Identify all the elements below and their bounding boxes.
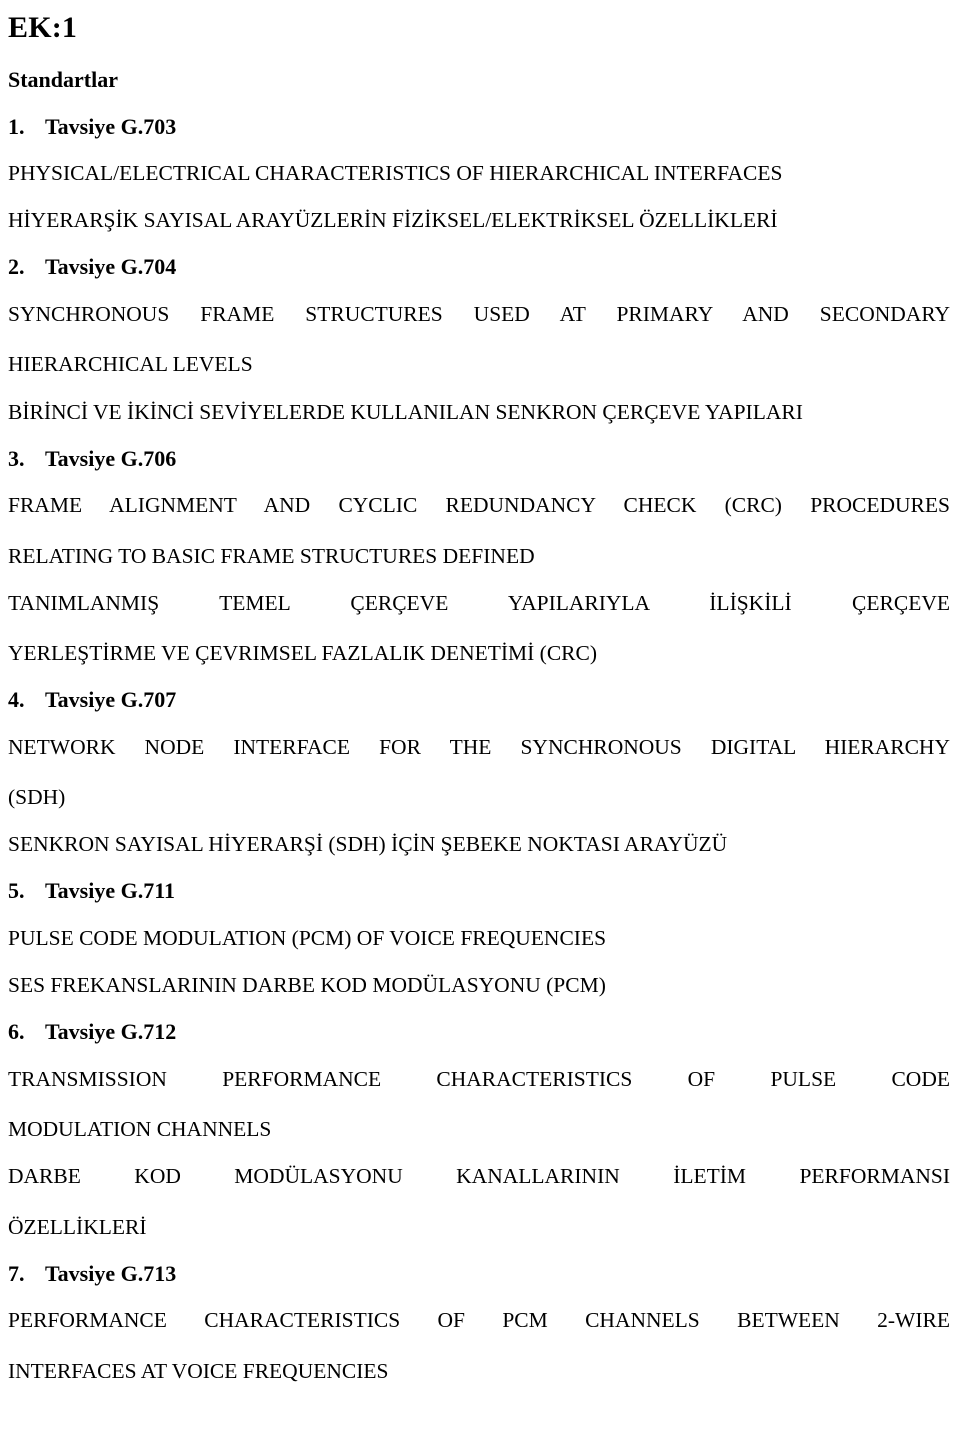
text-line: HIERARCHICAL LEVELS <box>8 352 253 377</box>
standard-entry: 4. Tavsiye G.707 NETWORK NODE INTERFACE F… <box>8 687 950 857</box>
standard-name: Tavsiye G.712 <box>45 1019 177 1045</box>
page-title: EK:1 <box>8 11 78 44</box>
text-line: (SDH) <box>8 785 66 810</box>
standard-number: 3. <box>8 445 25 471</box>
standard-number: 5. <box>8 878 25 904</box>
standard-heading: 2. Tavsiye G.704 <box>8 255 950 280</box>
standard-entry: 7. Tavsiye G.713 PERFORMANCE CHARACTERIST… <box>8 1260 950 1384</box>
text-line: TANIMLANMIŞ TEMEL ÇERÇEVE YAPILARIYLA İL… <box>8 590 950 615</box>
standard-heading: 5. Tavsiye G.711 <box>8 879 950 904</box>
text-line: DARBE KOD MODÜLASYONU KANALLARININ İLETİ… <box>8 1164 950 1189</box>
text-line: FRAME ALIGNMENT AND CYCLIC REDUNDANCY CH… <box>8 493 950 518</box>
standard-number: 6. <box>8 1019 25 1045</box>
text-line: SES FREKANSLARININ DARBE KOD MODÜLASYONU… <box>8 973 606 998</box>
standard-title-en: FRAME ALIGNMENT AND CYCLIC REDUNDANCY CH… <box>8 493 950 568</box>
text-line: PHYSICAL/ELECTRICAL CHARACTERISTICS OF H… <box>8 161 783 186</box>
standard-name: Tavsiye G.711 <box>45 878 175 904</box>
document-page: EK:1 Standartlar 1. Tavsiye G.703 PHYSICA… <box>0 0 960 1384</box>
standard-title-en: TRANSMISSION PERFORMANCE CHARACTERISTICS… <box>8 1067 950 1142</box>
standard-title-tr: BİRİNCİ VE İKİNCİ SEVİYELERDE KULLANILAN… <box>8 400 950 425</box>
standard-number: 7. <box>8 1260 25 1286</box>
text-line: RELATING TO BASIC FRAME STRUCTURES DEFIN… <box>8 543 535 568</box>
text-line: INTERFACES AT VOICE FREQUENCIES <box>8 1358 389 1383</box>
standard-title-tr: HİYERARŞİK SAYISAL ARAYÜZLERİN FİZİKSEL/… <box>8 208 950 233</box>
standard-title-en: PERFORMANCE CHARACTERISTICS OF PCM CHANN… <box>8 1308 950 1383</box>
standard-number: 2. <box>8 254 25 280</box>
standard-heading: 1. Tavsiye G.703 <box>8 113 950 140</box>
standard-entry: 5. Tavsiye G.711 PULSE CODE MODULATION (P… <box>8 879 950 998</box>
standard-title-en: NETWORK NODE INTERFACE FOR THE SYNCHRONO… <box>8 735 950 810</box>
standard-title-tr: SENKRON SAYISAL HİYERARŞİ (SDH) İÇİN ŞEB… <box>8 832 950 857</box>
standard-name: Tavsiye G.703 <box>45 113 177 139</box>
text-line: TRANSMISSION PERFORMANCE CHARACTERISTICS… <box>8 1066 950 1091</box>
standard-entry: 2. Tavsiye G.704 SYNCHRONOUS FRAME STRUCT… <box>8 255 950 424</box>
text-line: BİRİNCİ VE İKİNCİ SEVİYELERDE KULLANILAN… <box>8 399 803 424</box>
standard-title-en: PHYSICAL/ELECTRICAL CHARACTERISTICS OF H… <box>8 161 950 186</box>
standard-entry: 3. Tavsiye G.706 FRAME ALIGNMENT AND CYCL… <box>8 445 950 666</box>
standard-title-en: PULSE CODE MODULATION (PCM) OF VOICE FRE… <box>8 926 950 951</box>
document-subtitle: Standartlar <box>8 67 118 93</box>
text-line: SYNCHRONOUS FRAME STRUCTURES USED AT PRI… <box>8 302 950 327</box>
standard-name: Tavsiye G.704 <box>45 254 177 280</box>
text-line: PERFORMANCE CHARACTERISTICS OF PCM CHANN… <box>8 1308 950 1333</box>
text-line: SENKRON SAYISAL HİYERARŞİ (SDH) İÇİN ŞEB… <box>8 832 728 857</box>
text-line: HİYERARŞİK SAYISAL ARAYÜZLERİN FİZİKSEL/… <box>8 208 778 233</box>
standard-title-tr: TANIMLANMIŞ TEMEL ÇERÇEVE YAPILARIYLA İL… <box>8 591 950 666</box>
text-line: ÖZELLİKLERİ <box>8 1214 147 1239</box>
standard-name: Tavsiye G.707 <box>45 687 177 713</box>
standard-heading: 7. Tavsiye G.713 <box>8 1260 950 1287</box>
text-line: YERLEŞTİRME VE ÇEVRIMSEL FAZLALIK DENETİ… <box>8 641 598 665</box>
standard-name: Tavsiye G.713 <box>45 1260 177 1286</box>
standard-entry: 1. Tavsiye G.703 PHYSICAL/ELECTRICAL CHAR… <box>8 113 950 234</box>
standard-heading: 6. Tavsiye G.712 <box>8 1019 950 1045</box>
standard-name: Tavsiye G.706 <box>45 445 177 471</box>
standard-heading: 3. Tavsiye G.706 <box>8 445 950 472</box>
standard-number: 4. <box>8 687 25 713</box>
standard-number: 1. <box>8 113 25 139</box>
standard-title-tr: SES FREKANSLARININ DARBE KOD MODÜLASYONU… <box>8 973 950 998</box>
text-line: MODULATION CHANNELS <box>8 1117 272 1142</box>
standard-entry: 6. Tavsiye G.712 TRANSMISSION PERFORMANCE… <box>8 1019 950 1239</box>
text-line: NETWORK NODE INTERFACE FOR THE SYNCHRONO… <box>8 734 950 759</box>
standard-heading: 4. Tavsiye G.707 <box>8 687 950 713</box>
standard-title-en: SYNCHRONOUS FRAME STRUCTURES USED AT PRI… <box>8 302 950 377</box>
standard-title-tr: DARBE KOD MODÜLASYONU KANALLARININ İLETİ… <box>8 1164 950 1239</box>
text-line: PULSE CODE MODULATION (PCM) OF VOICE FRE… <box>8 925 607 950</box>
